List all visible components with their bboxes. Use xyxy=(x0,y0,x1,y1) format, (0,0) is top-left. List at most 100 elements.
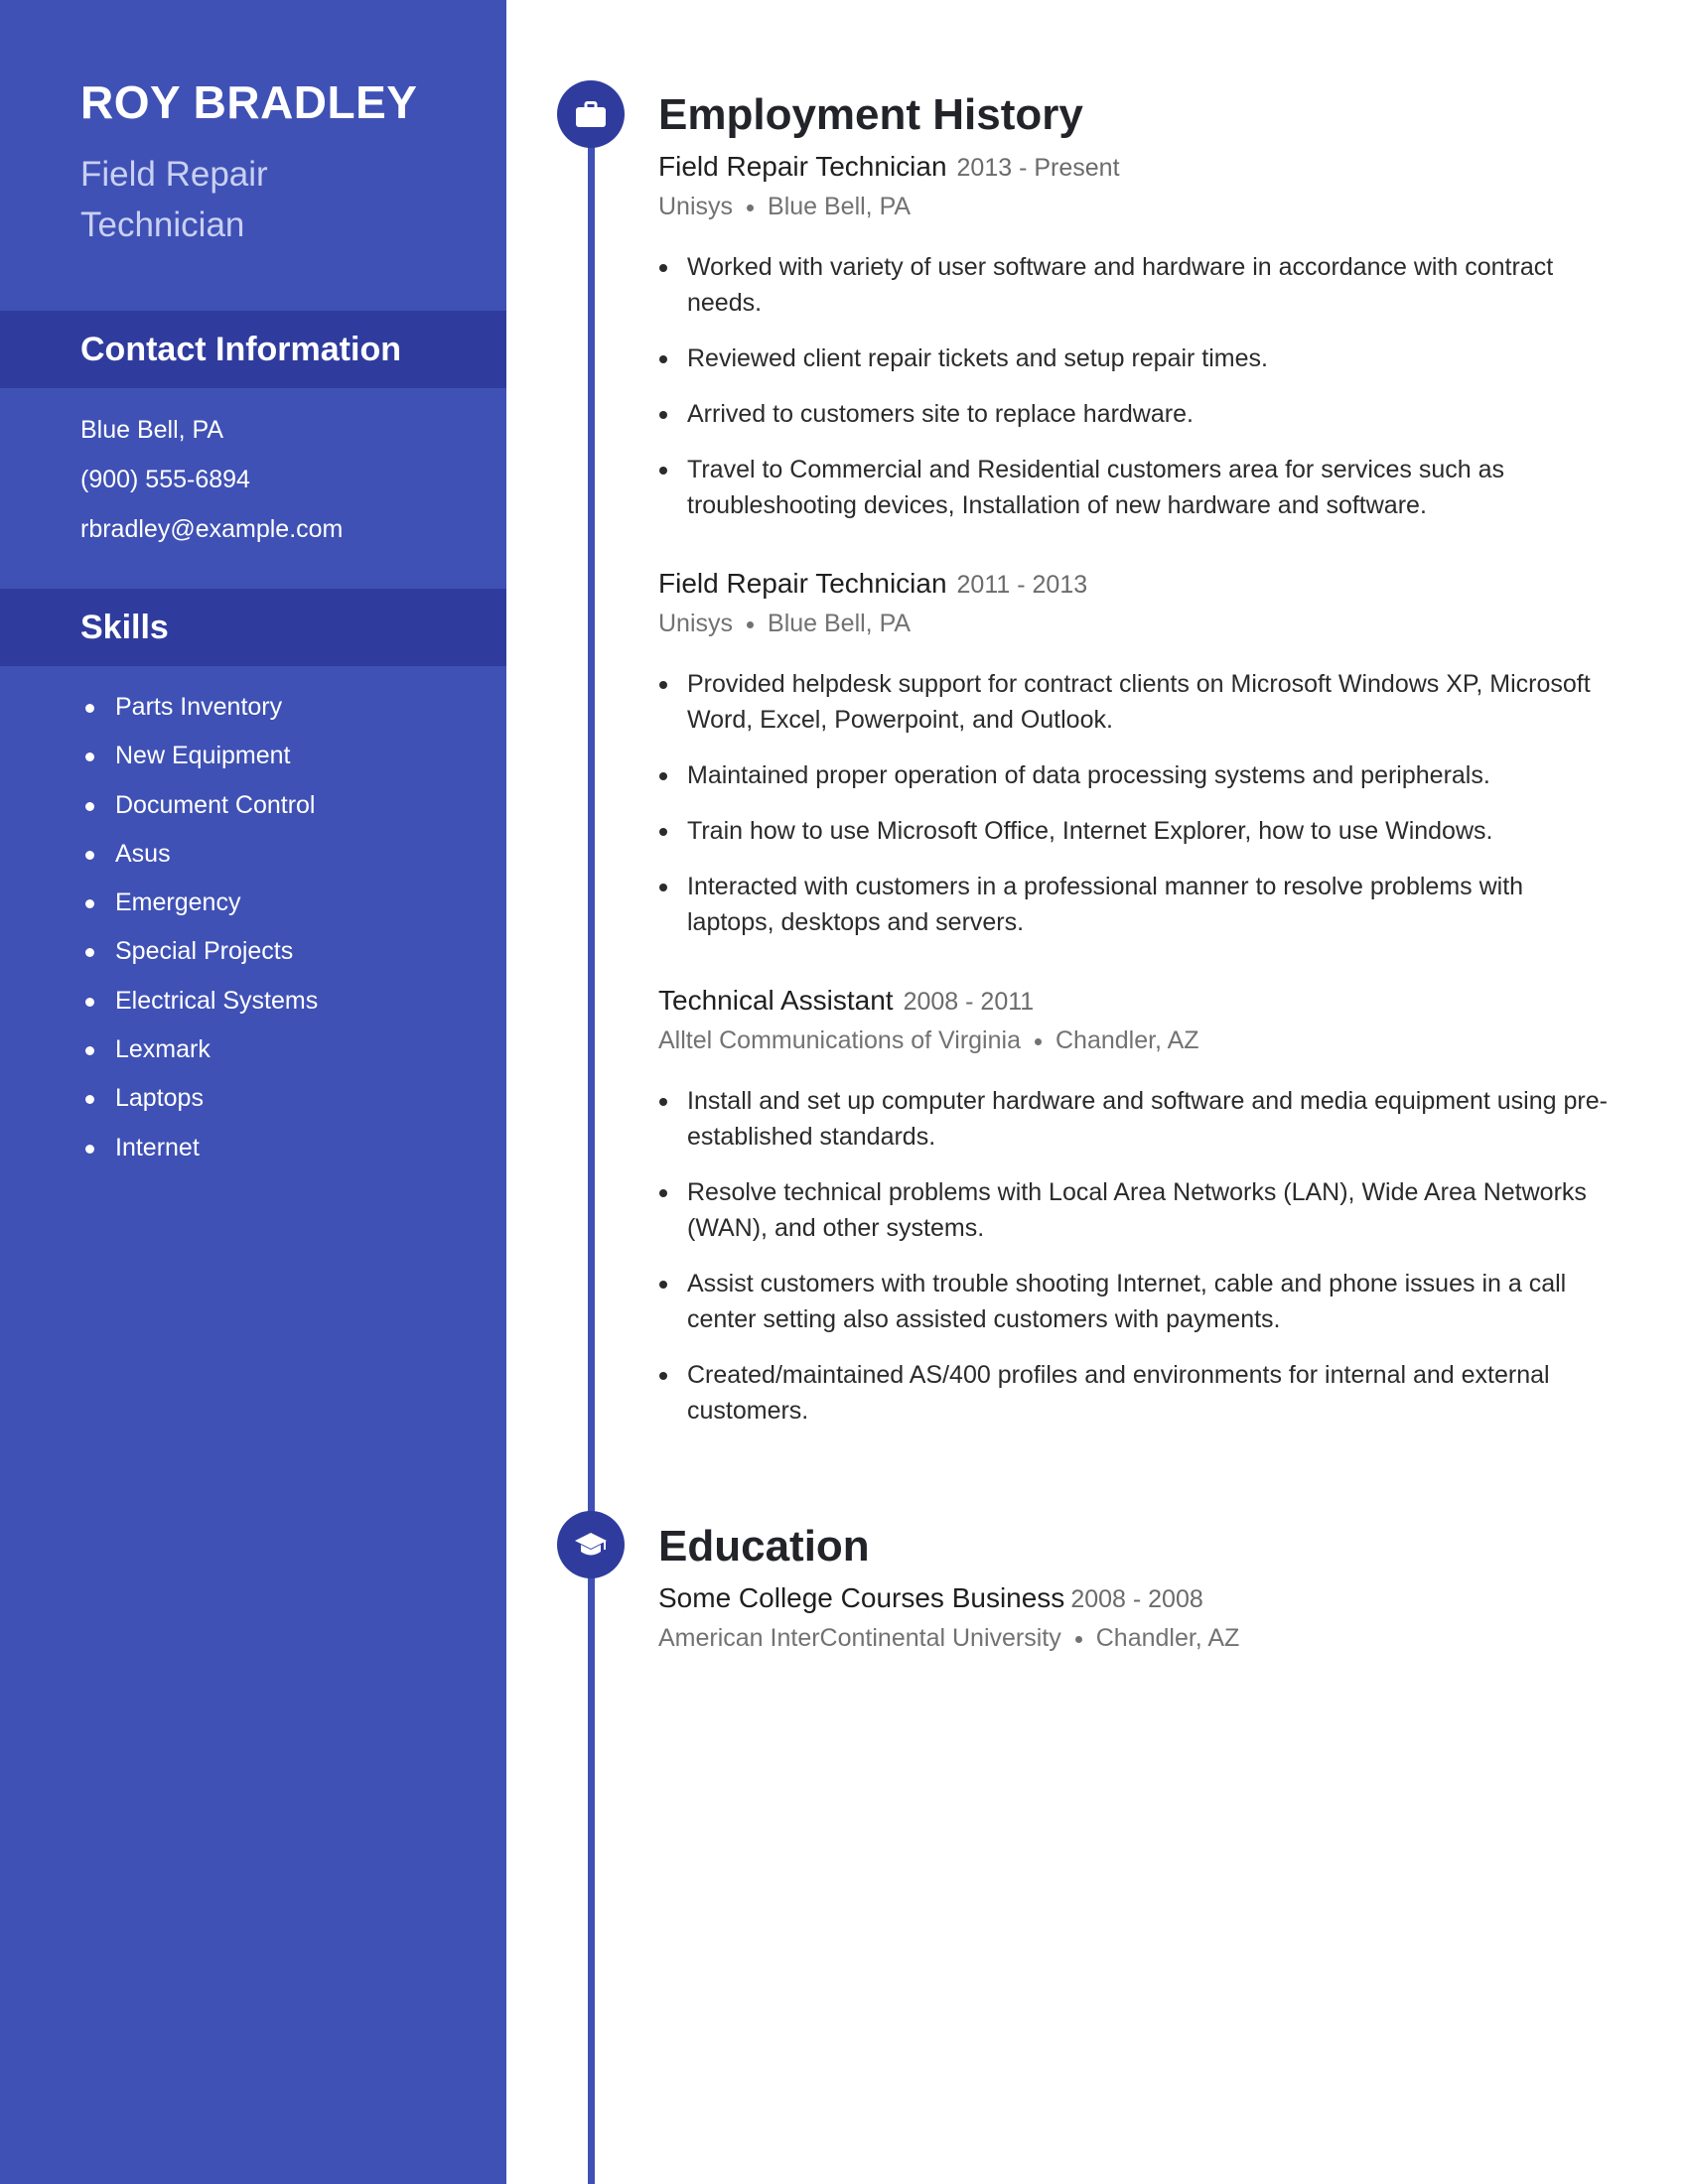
job-bullet: Arrived to customers site to replace har… xyxy=(658,396,1612,432)
candidate-headline: Field Repair Technician xyxy=(80,155,268,244)
bullet-text: Worked with variety of user software and… xyxy=(687,253,1554,317)
bullet-icon xyxy=(659,467,667,475)
bullet-icon xyxy=(85,752,94,762)
employment-heading: Employment History xyxy=(658,90,1083,139)
skill-label: Emergency xyxy=(115,888,241,917)
job-bullets: Install and set up computer hardware and… xyxy=(658,1083,1612,1429)
bullet-text: Resolve technical problems with Local Ar… xyxy=(687,1178,1587,1242)
skill-label: Lexmark xyxy=(115,1035,211,1064)
job-title: Field Repair Technician xyxy=(658,568,947,599)
bullet-icon xyxy=(85,899,94,909)
bullet-icon xyxy=(85,801,94,811)
employment-timeline-node xyxy=(557,80,625,148)
job-bullet: Install and set up computer hardware and… xyxy=(658,1083,1612,1155)
timeline-line xyxy=(588,114,595,2184)
bullet-text: Created/maintained AS/400 profiles and e… xyxy=(687,1361,1550,1425)
sidebar: ROY BRADLEY Field Repair Technician Cont… xyxy=(0,0,506,2184)
job-bullet: Provided helpdesk support for contract c… xyxy=(658,666,1612,738)
job-entry: Technical Assistant 2008 - 2011 Alltel Co… xyxy=(658,981,1612,1448)
job-bullet: Reviewed client repair tickets and setup… xyxy=(658,341,1612,376)
bullet-text: Provided helpdesk support for contract c… xyxy=(687,670,1591,734)
job-company: Unisys xyxy=(658,193,734,220)
bullet-icon xyxy=(659,355,667,363)
bullet-icon xyxy=(85,1144,94,1154)
bullet-text: Arrived to customers site to replace har… xyxy=(687,400,1194,428)
separator-dot-icon xyxy=(1034,1037,1042,1045)
bullet-icon xyxy=(659,411,667,419)
job-bullet: Assist customers with trouble shooting I… xyxy=(658,1266,1612,1337)
bullet-icon xyxy=(85,1046,94,1056)
separator-dot-icon xyxy=(747,204,755,211)
school-location: Chandler, AZ xyxy=(1095,1624,1240,1652)
job-bullets: Worked with variety of user software and… xyxy=(658,249,1612,523)
contact-heading: Contact Information xyxy=(80,331,401,368)
skill-item: Electrical Systems xyxy=(80,977,318,1025)
separator-dot-icon xyxy=(1074,1635,1082,1643)
bullet-icon xyxy=(659,681,667,689)
skills-list: Parts Inventory New Equipment Document C… xyxy=(80,683,318,1172)
job-company: Alltel Communications of Virginia xyxy=(658,1026,1021,1054)
skill-item: Emergency xyxy=(80,879,318,927)
skill-label: Laptops xyxy=(115,1084,204,1113)
skill-item: Laptops xyxy=(80,1074,318,1123)
bullet-text: Install and set up computer hardware and… xyxy=(687,1087,1608,1151)
job-bullet: Worked with variety of user software and… xyxy=(658,249,1612,321)
bullet-icon xyxy=(659,772,667,780)
bullet-icon xyxy=(85,1095,94,1105)
bullet-text: Travel to Commercial and Residential cus… xyxy=(687,456,1504,519)
skill-label: New Equipment xyxy=(115,742,291,770)
graduation-cap-icon xyxy=(575,1533,607,1556)
job-bullets: Provided helpdesk support for contract c… xyxy=(658,666,1612,940)
bullet-text: Assist customers with trouble shooting I… xyxy=(687,1270,1567,1333)
job-dates: 2011 - 2013 xyxy=(956,571,1088,599)
job-dates: 2008 - 2011 xyxy=(903,988,1035,1016)
job-entry: Field Repair Technician 2011 - 2013 Unisy… xyxy=(658,564,1612,960)
skill-label: Electrical Systems xyxy=(115,986,319,1015)
skill-item: Internet xyxy=(80,1124,318,1172)
bullet-icon xyxy=(85,704,94,713)
contact-section-header: Contact Information xyxy=(0,311,506,388)
job-bullet: Created/maintained AS/400 profiles and e… xyxy=(658,1357,1612,1429)
bullet-icon xyxy=(659,1189,667,1197)
job-location: Chandler, AZ xyxy=(1055,1026,1199,1054)
bullet-icon xyxy=(85,850,94,860)
skill-item: Parts Inventory xyxy=(80,683,318,732)
contact-email[interactable]: rbradley@example.com xyxy=(80,504,343,554)
bullet-icon xyxy=(659,1281,667,1289)
briefcase-icon xyxy=(576,101,606,127)
job-bullet: Maintained proper operation of data proc… xyxy=(658,757,1612,793)
skills-heading: Skills xyxy=(80,609,169,646)
contact-phone[interactable]: (900) 555-6894 xyxy=(80,455,343,504)
bullet-text: Reviewed client repair tickets and setup… xyxy=(687,344,1268,372)
job-dates: 2013 - Present xyxy=(956,154,1120,182)
skill-label: Document Control xyxy=(115,790,316,819)
job-location: Blue Bell, PA xyxy=(768,610,912,637)
skill-item: Asus xyxy=(80,830,318,879)
bullet-text: Maintained proper operation of data proc… xyxy=(687,761,1490,789)
job-bullet: Resolve technical problems with Local Ar… xyxy=(658,1174,1612,1246)
skill-item: Document Control xyxy=(80,781,318,830)
bullet-icon xyxy=(659,828,667,836)
skill-item: New Equipment xyxy=(80,732,318,780)
bullet-icon xyxy=(85,948,94,958)
job-company: Unisys xyxy=(658,610,734,637)
job-title: Technical Assistant xyxy=(658,985,894,1016)
bullet-icon xyxy=(659,1372,667,1380)
contact-location: Blue Bell, PA xyxy=(80,416,224,444)
bullet-icon xyxy=(659,884,667,891)
contact-list: Blue Bell, PA (900) 555-6894 rbradley@ex… xyxy=(80,405,343,554)
education-heading: Education xyxy=(658,1522,870,1570)
candidate-name: ROY BRADLEY xyxy=(80,76,418,128)
skill-item: Lexmark xyxy=(80,1025,318,1074)
education-entry: Some College Courses Business 2008 - 2008… xyxy=(658,1578,1612,1657)
skill-label: Asus xyxy=(115,839,171,868)
skill-label: Parts Inventory xyxy=(115,693,283,721)
job-bullet: Interacted with customers in a professio… xyxy=(658,869,1612,940)
education-timeline-node xyxy=(557,1511,625,1578)
bullet-text: Train how to use Microsoft Office, Inter… xyxy=(687,817,1493,845)
skill-label: Internet xyxy=(115,1133,200,1161)
bullet-icon xyxy=(659,264,667,272)
skill-item: Special Projects xyxy=(80,927,318,976)
degree-title: Some College Courses Business xyxy=(658,1582,1065,1613)
job-bullet: Train how to use Microsoft Office, Inter… xyxy=(658,813,1612,849)
